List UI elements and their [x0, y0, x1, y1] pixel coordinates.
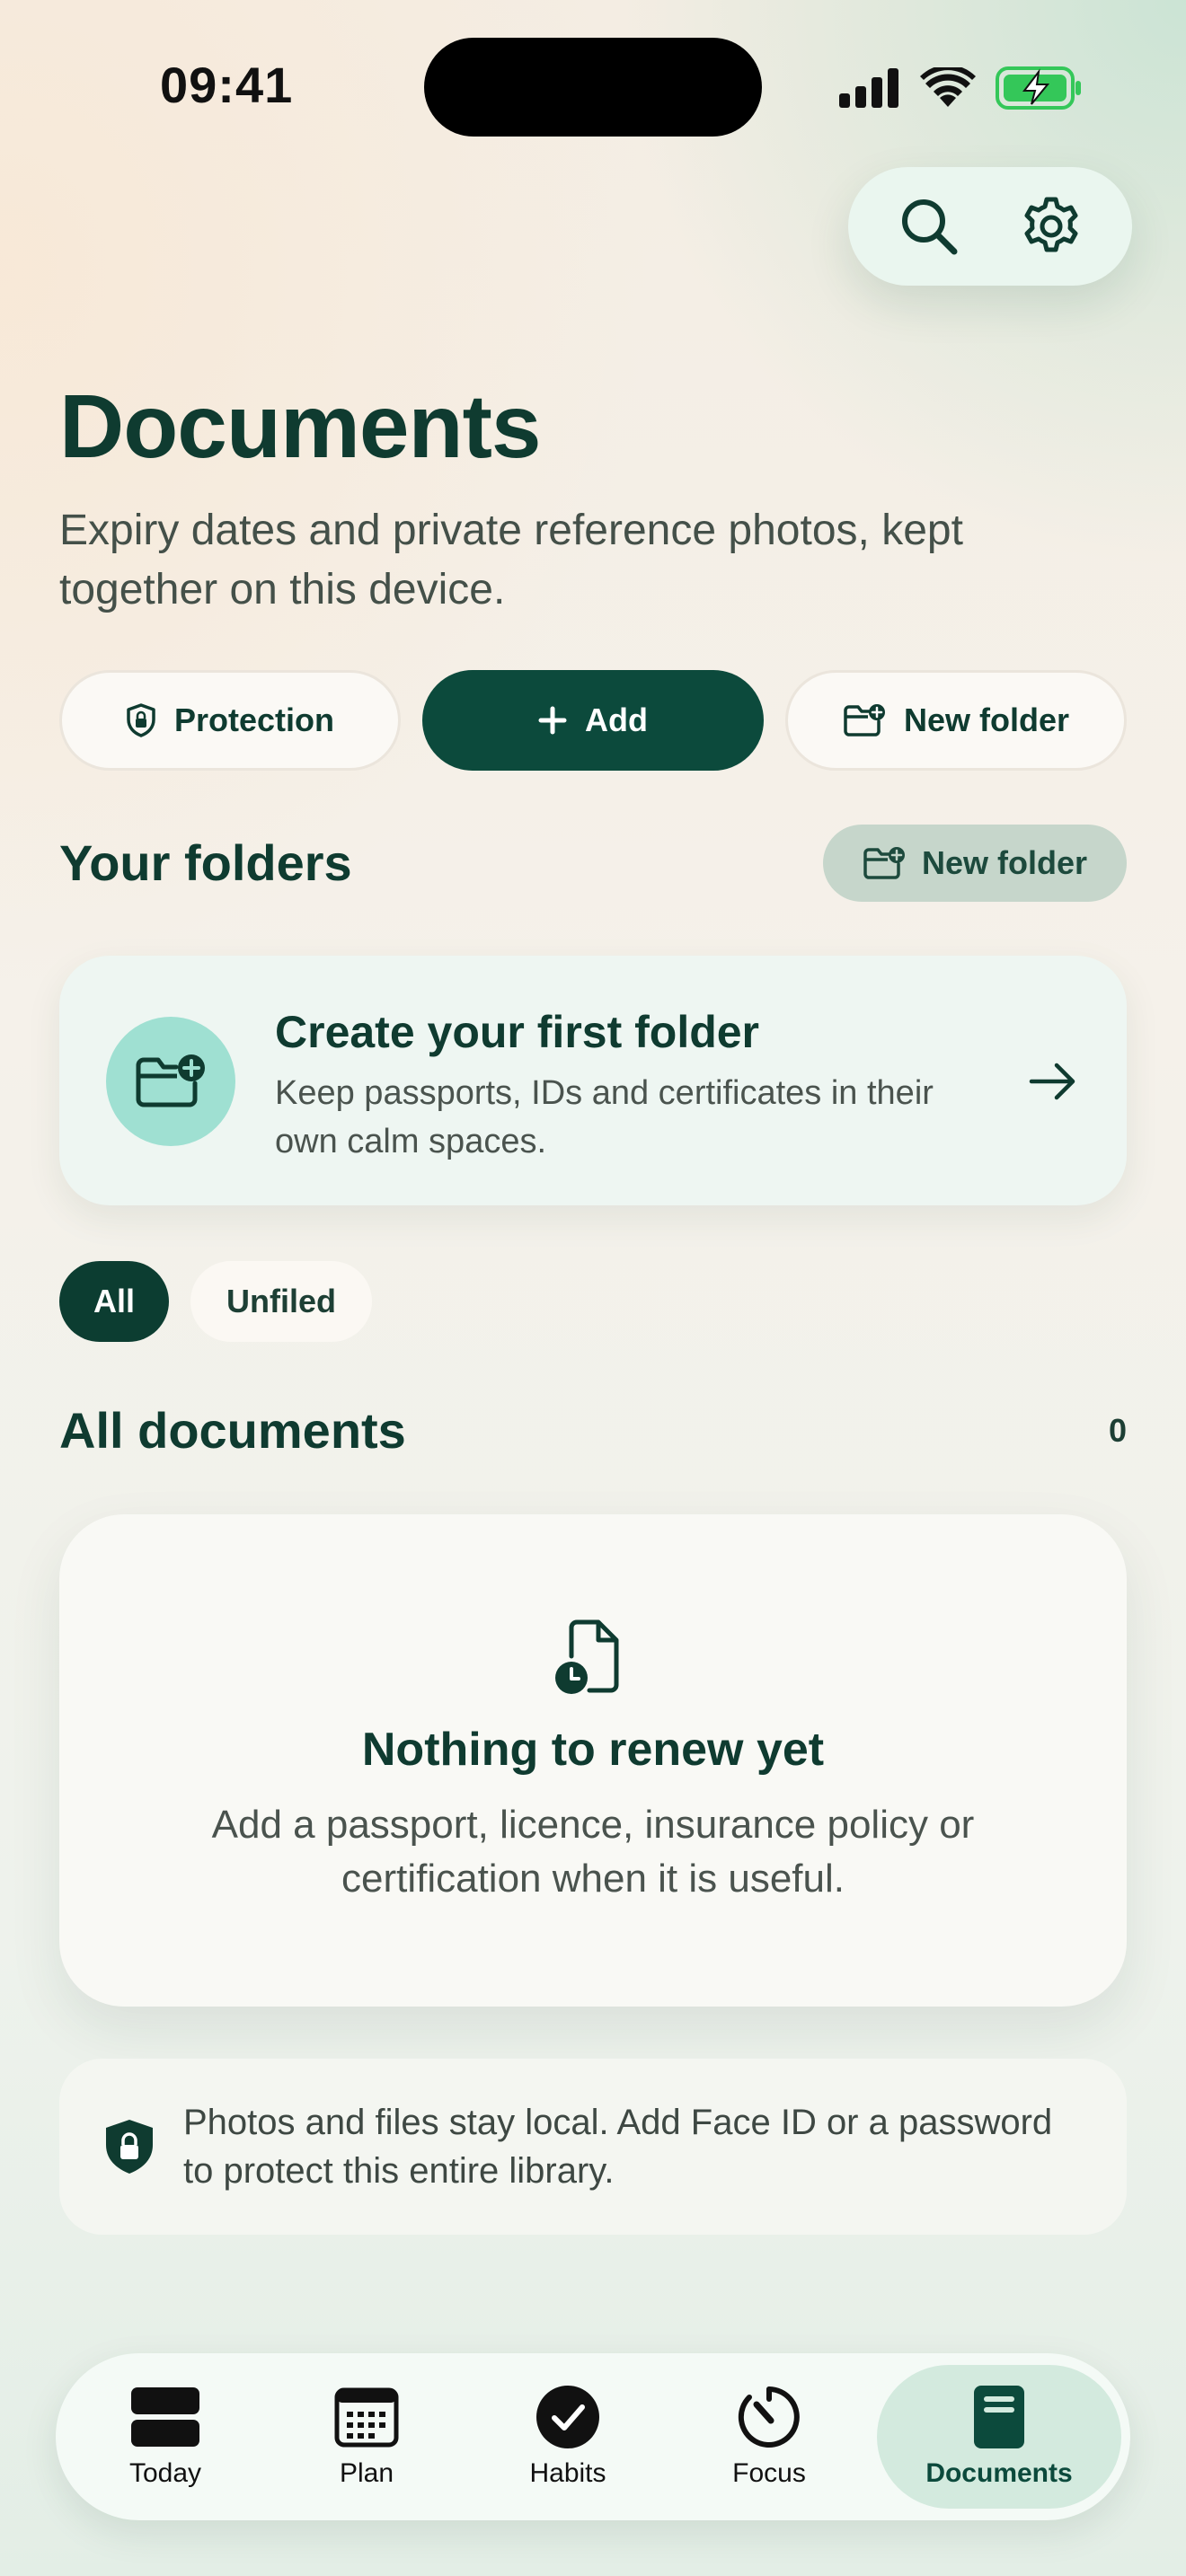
new-folder-button[interactable]: New folder — [785, 670, 1127, 771]
arrow-right-icon — [1029, 1063, 1075, 1100]
folder-add-icon — [844, 704, 885, 737]
wifi-icon — [920, 67, 976, 107]
tab-today-label: Today — [128, 2458, 202, 2488]
page-title: Documents — [59, 376, 542, 477]
documents-count: 0 — [1108, 1412, 1127, 1449]
status-icons — [839, 61, 1082, 115]
calendar-icon — [334, 2387, 399, 2448]
add-button[interactable]: Add — [422, 670, 764, 771]
tab-plan[interactable]: Plan — [266, 2365, 467, 2509]
tab-documents[interactable]: Documents — [877, 2365, 1121, 2509]
search-icon — [902, 199, 958, 255]
folders-new-folder-label: New folder — [921, 844, 1088, 881]
folder-add-icon — [136, 1054, 205, 1107]
folder-card-icon-circle — [106, 1017, 235, 1146]
tab-habits-label: Habits — [529, 2458, 606, 2488]
folder-card-title: Create your first folder — [275, 1007, 760, 1057]
add-label: Add — [585, 701, 648, 738]
privacy-note[interactable]: Photos and files stay local. Add Face ID… — [59, 2059, 1127, 2235]
page-subtitle: Expiry dates and private reference photo… — [59, 507, 963, 613]
settings-button[interactable] — [1008, 183, 1094, 269]
action-buttons: Protection Add New folder — [59, 670, 1127, 771]
checkmark-circle-icon — [536, 2386, 599, 2448]
today-icon — [131, 2387, 199, 2447]
search-button[interactable] — [886, 183, 972, 269]
top-actions — [848, 167, 1132, 286]
documents-empty-state: Nothing to renew yet Add a passport, lic… — [59, 1514, 1127, 2007]
create-folder-card[interactable]: Create your first folder Keep passports,… — [59, 956, 1127, 1205]
battery-charging-icon — [996, 66, 1081, 110]
protection-button[interactable]: Protection — [59, 670, 401, 771]
cellular-signal-icon — [839, 68, 898, 108]
protection-label: Protection — [173, 701, 334, 738]
tab-documents-label: Documents — [925, 2458, 1073, 2488]
status-time: 09:41 — [160, 57, 294, 113]
all-documents-title: All documents — [59, 1402, 406, 1459]
tab-habits[interactable]: Habits — [467, 2365, 668, 2509]
empty-state-description: Add a passport, licence, insurance polic… — [211, 1803, 975, 1901]
filter-unfiled[interactable]: Unfiled — [190, 1261, 373, 1342]
folders-new-folder-button[interactable]: New folder — [823, 825, 1127, 902]
empty-state-title: Nothing to renew yet — [361, 1724, 825, 1776]
tab-bar: Today Plan Habits Focus Documents — [56, 2353, 1130, 2520]
timer-icon — [738, 2386, 800, 2448]
dynamic-island — [424, 38, 762, 137]
shield-lock-icon — [106, 2120, 153, 2174]
filter-all[interactable]: All — [59, 1261, 170, 1342]
privacy-note-text: Photos and files stay local. Add Face ID… — [183, 2103, 1053, 2191]
tab-focus-label: Focus — [732, 2458, 806, 2488]
tab-plan-label: Plan — [339, 2458, 394, 2488]
tab-focus[interactable]: Focus — [668, 2365, 870, 2509]
tab-today[interactable]: Today — [65, 2365, 266, 2509]
document-clock-icon — [555, 1619, 619, 1694]
shield-icon — [127, 703, 155, 737]
folders-section-title: Your folders — [59, 834, 352, 891]
folder-card-description: Keep passports, IDs and certificates in … — [275, 1074, 934, 1160]
gear-icon — [1024, 197, 1078, 252]
folder-add-icon — [863, 847, 905, 879]
new-folder-label: New folder — [903, 701, 1070, 738]
document-icon — [974, 2386, 1024, 2448]
plus-icon — [538, 706, 567, 735]
document-filters: All Unfiled — [59, 1261, 373, 1342]
